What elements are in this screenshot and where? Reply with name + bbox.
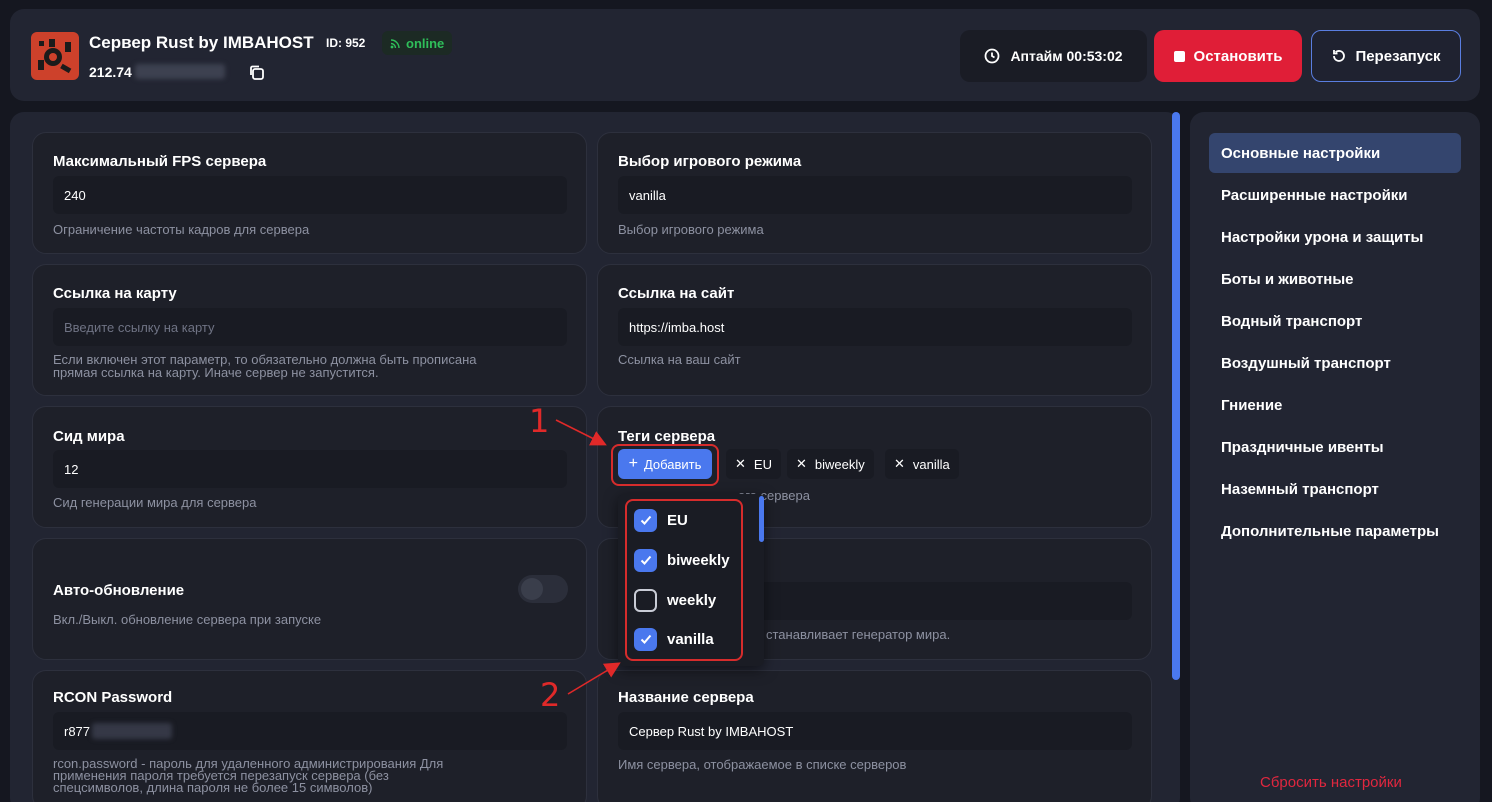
sidebar-item-bots[interactable]: Боты и животные xyxy=(1209,259,1461,299)
world-seed-title: Сид мира xyxy=(53,428,125,445)
restart-label: Перезапуск xyxy=(1355,47,1441,65)
rcon-card: RCON Password r877 rcon.password - парол… xyxy=(32,670,587,802)
stop-icon xyxy=(1173,50,1185,62)
game-mode-title: Выбор игрового режима xyxy=(618,153,802,170)
dropdown-scrollbar[interactable] xyxy=(759,496,764,542)
restart-icon xyxy=(1333,50,1346,62)
max-fps-desc: Ограничение частоты кадров для сервера xyxy=(53,222,310,237)
signal-icon xyxy=(390,38,400,48)
status-badge: online xyxy=(382,31,453,55)
remove-tag-icon[interactable]: ✕ xyxy=(894,456,905,472)
map-generator-desc: станавливает генератор мира. xyxy=(766,627,951,642)
toggle-knob xyxy=(521,578,543,600)
copy-icon[interactable] xyxy=(248,64,265,81)
map-url-card: Ссылка на карту Введите ссылку на карту … xyxy=(32,264,587,396)
sidebar-item-damage[interactable]: Настройки урона и защиты xyxy=(1209,217,1461,257)
rcon-password-input[interactable]: r877 xyxy=(53,712,567,750)
rcon-desc-line-3: спецсимволов, длина пароля не более 15 с… xyxy=(53,780,373,795)
ip-blurred xyxy=(134,64,225,79)
sidebar-item-extra[interactable]: Дополнительные параметры xyxy=(1209,511,1461,551)
server-id-badge: ID: 952 xyxy=(326,36,366,50)
annotation-number-2: 2 xyxy=(540,676,561,714)
sidebar-item-air[interactable]: Воздушный транспорт xyxy=(1209,343,1461,383)
map-url-desc: Если включен этот параметр, то обязатель… xyxy=(53,353,476,379)
world-seed-desc: Сид генерации мира для сервера xyxy=(53,495,257,510)
annotation-number-1: 1 xyxy=(529,402,550,440)
sidebar-item-ground[interactable]: Наземный транспорт xyxy=(1209,469,1461,509)
rcon-visible-part: r877 xyxy=(64,723,91,739)
sidebar-item-basic[interactable]: Основные настройки xyxy=(1209,133,1461,173)
game-mode-card: Выбор игрового режима vanilla Выбор игро… xyxy=(597,132,1152,254)
max-fps-title: Максимальный FPS сервера xyxy=(53,153,267,170)
site-url-card: Ссылка на сайт https://imba.host Ссылка … xyxy=(597,264,1152,396)
stop-button[interactable]: Остановить xyxy=(1154,30,1302,82)
main-scrollbar[interactable] xyxy=(1172,112,1180,680)
sidebar-item-decay[interactable]: Гниение xyxy=(1209,385,1461,425)
status-text: online xyxy=(406,35,445,51)
tag-chip-vanilla[interactable]: ✕ vanilla xyxy=(885,449,959,479)
annotation-box-add xyxy=(611,444,719,486)
server-tags-title: Теги сервера xyxy=(618,428,716,445)
site-url-title: Ссылка на сайт xyxy=(618,285,735,302)
tag-chip-label: vanilla xyxy=(912,456,950,472)
server-name-input[interactable]: Сервер Rust by IMBAHOST xyxy=(618,712,1132,750)
server-name-desc: Имя сервера, отображаемое в списке серве… xyxy=(618,757,907,772)
server-name-card: Название сервера Сервер Rust by IMBAHOST… xyxy=(597,670,1152,802)
remove-tag-icon[interactable]: ✕ xyxy=(796,456,807,472)
tag-chip-label: EU xyxy=(753,456,772,472)
uptime-text: Аптайм 00:53:02 xyxy=(1010,48,1123,64)
tag-chip-label: biweekly xyxy=(814,456,865,472)
map-url-desc-line-2: прямая ссылка на карту. Иначе сервер не … xyxy=(53,365,379,380)
server-ip: 212.74 xyxy=(89,64,225,80)
tag-chip-biweekly[interactable]: ✕ biweekly xyxy=(787,449,874,479)
map-url-input[interactable]: Введите ссылку на карту xyxy=(53,308,567,346)
tag-chip-eu[interactable]: ✕ EU xyxy=(726,449,781,479)
world-seed-card: Сид мира 12 Сид генерации мира для серве… xyxy=(32,406,587,528)
server-name-title: Название сервера xyxy=(618,689,754,706)
clock-icon xyxy=(985,48,1000,64)
auto-update-title: Авто-обновление xyxy=(53,582,185,599)
rust-logo xyxy=(31,32,79,80)
sidebar-item-water[interactable]: Водный транспорт xyxy=(1209,301,1461,341)
rcon-blurred-part xyxy=(92,723,173,739)
server-header: Сервер Rust by IMBAHOST ID: 952 online 2… xyxy=(10,9,1480,101)
site-url-input[interactable]: https://imba.host xyxy=(618,308,1132,346)
server-title: Сервер Rust by IMBAHOST xyxy=(89,33,314,52)
site-url-desc: Ссылка на ваш сайт xyxy=(618,352,741,367)
rcon-desc: rcon.password - пароль для удаленного ад… xyxy=(53,757,443,795)
max-fps-input[interactable]: 240 xyxy=(53,176,567,214)
restart-button[interactable]: Перезапуск xyxy=(1311,30,1461,82)
sidebar-item-advanced[interactable]: Расширенные настройки xyxy=(1209,175,1461,215)
auto-update-toggle[interactable] xyxy=(518,575,568,603)
max-fps-card: Максимальный FPS сервера 240 Ограничение… xyxy=(32,132,587,254)
game-mode-select[interactable]: vanilla xyxy=(618,176,1132,214)
ip-prefix: 212.74 xyxy=(89,64,132,80)
auto-update-desc: Вкл./Выкл. обновление сервера при запуск… xyxy=(53,612,322,627)
rcon-title: RCON Password xyxy=(53,689,173,706)
game-mode-desc: Выбор игрового режима xyxy=(618,222,764,237)
sidebar-item-events[interactable]: Праздничные ивенты xyxy=(1209,427,1461,467)
stop-label: Остановить xyxy=(1193,47,1283,65)
auto-update-card: Авто-обновление Вкл./Выкл. обновление се… xyxy=(32,538,587,660)
world-seed-input[interactable]: 12 xyxy=(53,450,567,488)
annotation-box-options xyxy=(625,499,743,661)
reset-settings-link[interactable]: Сбросить настройки xyxy=(1260,774,1402,791)
uptime-display: Аптайм 00:53:02 xyxy=(960,30,1147,82)
map-url-title: Ссылка на карту xyxy=(53,285,177,302)
remove-tag-icon[interactable]: ✕ xyxy=(735,456,746,472)
